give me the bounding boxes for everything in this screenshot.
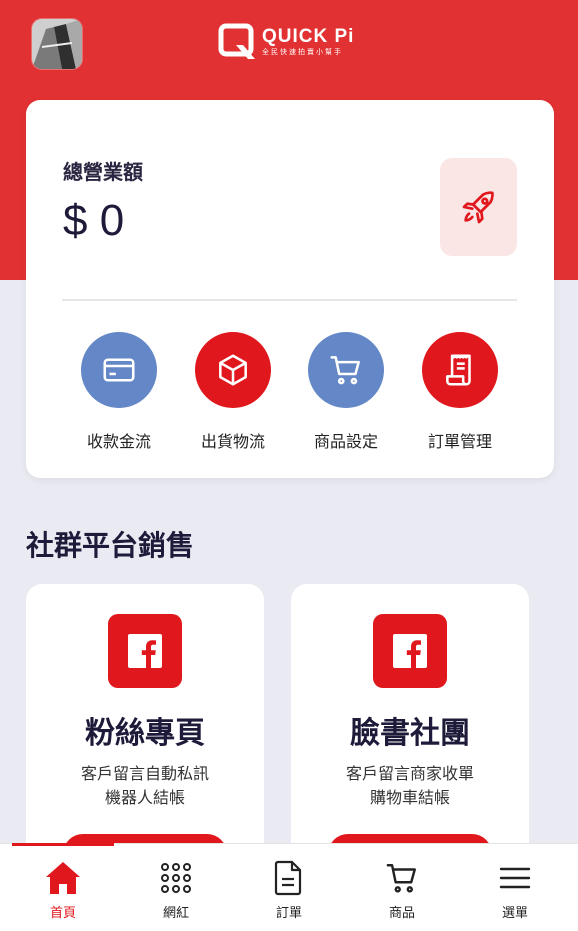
- app-logo: QUICK Pi 全民快速拍賣小幫手: [218, 22, 354, 62]
- card-desc-line: 客戶留言商家收單: [345, 764, 474, 783]
- facebook-badge: [108, 614, 182, 688]
- quick-action-payment[interactable]: 收款金流: [64, 332, 174, 452]
- grid-dots-icon: [161, 863, 191, 893]
- brand-tagline: 全民快速拍賣小幫手: [262, 48, 343, 56]
- card-desc-line: 購物車結帳: [369, 788, 450, 807]
- rocket-icon: [462, 191, 494, 224]
- brand-name: QUICK Pi: [262, 26, 355, 47]
- quick-action-label: 收款金流: [86, 432, 151, 451]
- fanpage-card[interactable]: 粉絲專頁 客戶留言自動私訊 機器人結帳: [26, 584, 264, 874]
- payment-circle: [81, 332, 157, 408]
- avatar[interactable]: [32, 19, 82, 69]
- tab-label: 首頁: [49, 906, 76, 921]
- orders-circle: [422, 332, 498, 408]
- tab-orders[interactable]: 訂單: [239, 858, 339, 921]
- quick-action-orders[interactable]: 訂單管理: [405, 332, 515, 452]
- bottom-tab-bar: 首頁 網紅 訂單 商品 選單: [0, 843, 578, 931]
- hamburger-menu-icon: [499, 867, 531, 889]
- card-desc-line: 客戶留言自動私訊: [80, 764, 209, 783]
- shipping-circle: [195, 332, 271, 408]
- tab-home[interactable]: 首頁: [13, 858, 113, 921]
- quick-action-label: 出貨物流: [200, 432, 265, 451]
- box-icon: [219, 354, 247, 386]
- document-icon: [274, 860, 302, 896]
- facebook-badge: [373, 614, 447, 688]
- products-circle: [308, 332, 384, 408]
- card-title: 臉書社團: [350, 716, 470, 751]
- quick-action-label: 訂單管理: [427, 432, 492, 451]
- facebook-icon: [393, 634, 427, 668]
- quick-action-shipping[interactable]: 出貨物流: [178, 332, 288, 452]
- card-desc-line: 機器人結帳: [104, 788, 185, 807]
- receipt-icon: [446, 354, 471, 386]
- revenue-label: 總營業額: [63, 160, 143, 184]
- credit-card-icon: [103, 358, 135, 382]
- card-divider: [62, 299, 517, 301]
- section-title: 社群平台銷售: [26, 529, 195, 562]
- tab-label: 商品: [388, 906, 415, 921]
- group-card[interactable]: 臉書社團 客戶留言商家收單 購物車結帳: [291, 584, 529, 874]
- revenue-value: $ 0: [63, 196, 125, 245]
- logo-mark-icon: [218, 23, 255, 59]
- revenue-card: 總營業額 $ 0 收款金流 出貨物流 商品設定 訂單管理: [26, 100, 554, 478]
- rocket-button[interactable]: [440, 158, 517, 256]
- card-description: 客戶留言商家收單 購物車結帳: [291, 762, 529, 810]
- card-title: 粉絲專頁: [85, 716, 205, 751]
- quick-action-label: 商品設定: [313, 432, 378, 451]
- active-tab-indicator: [12, 843, 114, 846]
- home-icon: [46, 862, 80, 894]
- cart-icon: [330, 356, 360, 385]
- tab-label: 網紅: [162, 906, 189, 921]
- tab-influencer[interactable]: 網紅: [126, 858, 226, 921]
- tab-menu[interactable]: 選單: [465, 858, 565, 921]
- avatar-photo: [32, 19, 82, 69]
- card-description: 客戶留言自動私訊 機器人結帳: [26, 762, 264, 810]
- facebook-icon: [128, 634, 162, 668]
- cart-icon: [386, 864, 416, 893]
- tab-label: 訂單: [275, 906, 302, 921]
- quick-action-products[interactable]: 商品設定: [291, 332, 401, 452]
- tab-products[interactable]: 商品: [352, 858, 452, 921]
- tab-label: 選單: [501, 906, 528, 921]
